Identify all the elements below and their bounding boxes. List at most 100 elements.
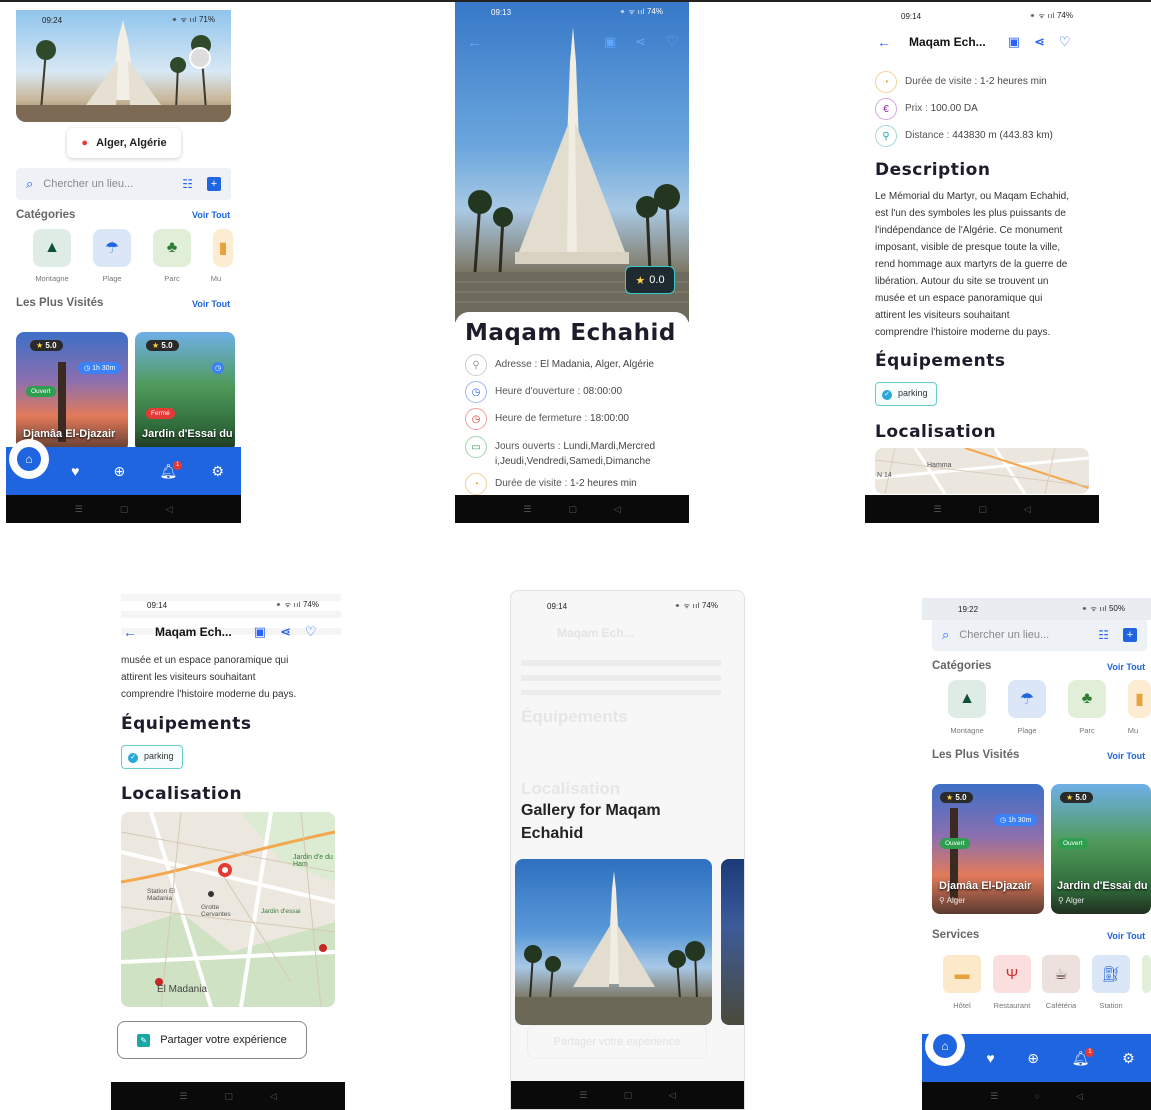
card-status-open: Ouvert bbox=[940, 838, 970, 849]
category-musee-icon[interactable]: ▮ bbox=[213, 229, 233, 267]
heart-icon[interactable]: ♥ bbox=[71, 463, 79, 479]
share-icon[interactable]: ⋖ bbox=[635, 34, 646, 50]
most-visited-see-all[interactable]: Voir Tout bbox=[192, 299, 230, 309]
filter-icon[interactable]: ☷ bbox=[1098, 628, 1109, 642]
category-label: Montagne bbox=[950, 726, 984, 735]
place-card[interactable] bbox=[1051, 784, 1151, 914]
add-circle-icon[interactable]: ⊕ bbox=[114, 463, 126, 480]
status-bar: 09:13 ⚭ ᯤ ııl 74% bbox=[455, 2, 689, 22]
clock-red-icon: ◷ bbox=[465, 408, 487, 430]
share-experience-button[interactable]: ✎ Partager votre expérience bbox=[117, 1021, 307, 1059]
back-arrow-icon[interactable]: ← bbox=[877, 34, 891, 50]
location-pill[interactable]: ● Alger, Algérie bbox=[67, 128, 181, 158]
closing-hours-row: ◷ Heure de fermeture : 18:00:00 bbox=[465, 408, 629, 430]
square-icon[interactable]: ▢ bbox=[978, 504, 987, 515]
back-triangle-icon[interactable]: ◁ bbox=[1076, 1091, 1083, 1102]
status-bar: 09:14 ⚭ ᯤ ııl 74% bbox=[511, 596, 744, 616]
station-icon[interactable]: ⛽︎ bbox=[1092, 955, 1130, 993]
search-input[interactable]: Chercher un lieu... bbox=[43, 178, 182, 190]
home-button[interactable]: ⌂ bbox=[925, 1026, 965, 1066]
map-label: Jardin d'essai bbox=[261, 908, 301, 915]
add-place-icon[interactable]: + bbox=[207, 177, 221, 191]
services-see-all[interactable]: Voir Tout bbox=[1107, 931, 1145, 941]
gallery-image[interactable] bbox=[515, 859, 712, 1025]
back-triangle-icon[interactable]: ◁ bbox=[669, 1090, 676, 1101]
share-icon[interactable]: ⋖ bbox=[1034, 34, 1045, 50]
category-parc-icon[interactable]: ♣ bbox=[1068, 680, 1106, 718]
map-view[interactable]: El Madania Jardin d'e du Ham Station El … bbox=[121, 812, 335, 1007]
card-location: ⚲ Alger bbox=[1058, 896, 1085, 905]
search-bar[interactable]: ⌕ Chercher un lieu... ☷ + bbox=[932, 619, 1147, 651]
back-triangle-icon[interactable]: ◁ bbox=[614, 504, 621, 515]
cafeteria-icon[interactable]: ☕︎ bbox=[1042, 955, 1080, 993]
search-bar[interactable]: ⌕ Chercher un lieu... ☷ + bbox=[16, 168, 231, 200]
menu-icon[interactable]: ☰ bbox=[523, 504, 531, 515]
gallery-image-next[interactable] bbox=[721, 859, 744, 1025]
heart-outline-icon[interactable]: ♡ bbox=[666, 33, 679, 50]
location-pin-icon: ● bbox=[81, 137, 89, 149]
categories-see-all[interactable]: Voir Tout bbox=[1107, 662, 1145, 672]
menu-icon[interactable]: ☰ bbox=[933, 504, 941, 515]
category-montagne-icon[interactable]: ▲ bbox=[33, 229, 71, 267]
category-montagne-icon[interactable]: ▲ bbox=[948, 680, 986, 718]
distance-row: ⚲ Distance : 443830 m (443.83 km) bbox=[875, 125, 1053, 147]
square-icon[interactable]: ▢ bbox=[224, 1091, 233, 1102]
map-preview[interactable]: Hamma N 14 bbox=[875, 448, 1089, 494]
notification-badge: 1 bbox=[1085, 1047, 1095, 1057]
circle-icon[interactable]: ○ bbox=[1034, 1091, 1039, 1101]
bell-icon[interactable]: 🔔︎ 1 bbox=[159, 460, 183, 480]
square-icon[interactable]: ▢ bbox=[120, 504, 129, 515]
menu-icon[interactable]: ☰ bbox=[75, 504, 83, 515]
map-label: Hamma bbox=[927, 462, 952, 469]
menu-icon[interactable]: ☰ bbox=[990, 1091, 998, 1102]
back-triangle-icon[interactable]: ◁ bbox=[165, 504, 172, 515]
heart-icon[interactable]: ♥ bbox=[986, 1050, 994, 1066]
back-arrow-icon[interactable]: ← bbox=[467, 34, 482, 51]
home-button[interactable]: ⌂ bbox=[9, 439, 49, 479]
search-input[interactable]: Chercher un lieu... bbox=[959, 629, 1098, 641]
gallery-icon[interactable]: ▣ bbox=[1008, 34, 1020, 50]
heart-outline-icon[interactable]: ♡ bbox=[1059, 34, 1071, 50]
most-visited-see-all[interactable]: Voir Tout bbox=[1107, 751, 1145, 761]
avatar[interactable] bbox=[189, 47, 211, 69]
restaurant-icon[interactable]: Ψ bbox=[993, 955, 1031, 993]
heart-outline-icon[interactable]: ♡ bbox=[305, 624, 317, 640]
back-arrow-icon[interactable]: ← bbox=[123, 624, 137, 640]
gallery-icon[interactable]: ▣ bbox=[604, 34, 616, 50]
add-place-icon[interactable]: + bbox=[1123, 628, 1137, 642]
square-icon[interactable]: ▢ bbox=[624, 1090, 633, 1101]
category-label: Parc bbox=[1079, 726, 1095, 735]
address-row: ⚲ Adresse : El Madania, Alger, Algérie bbox=[465, 354, 654, 376]
faded-share-button: Partager votre expérience bbox=[527, 1025, 707, 1059]
status-battery: 74% bbox=[701, 601, 718, 610]
filter-icon[interactable]: ☷ bbox=[182, 177, 193, 191]
category-plage-icon[interactable]: ☂ bbox=[93, 229, 131, 267]
status-battery: 74% bbox=[646, 7, 663, 16]
status-time: 09:14 bbox=[147, 600, 168, 610]
back-triangle-icon[interactable]: ◁ bbox=[270, 1091, 277, 1102]
faded-loc-title: Localisation bbox=[521, 779, 621, 798]
category-musee-icon[interactable]: ▮ bbox=[1128, 680, 1151, 718]
system-nav-bar: ☰ ▢ ◁ bbox=[111, 1082, 345, 1110]
category-parc-icon[interactable]: ♣ bbox=[153, 229, 191, 267]
back-triangle-icon[interactable]: ◁ bbox=[1024, 504, 1031, 515]
menu-icon[interactable]: ☰ bbox=[579, 1090, 587, 1101]
category-plage-icon[interactable]: ☂ bbox=[1008, 680, 1046, 718]
card-status-closed: Fermé bbox=[146, 408, 175, 419]
share-icon[interactable]: ⋖ bbox=[280, 624, 291, 640]
hotel-icon[interactable]: ▬ bbox=[943, 955, 981, 993]
gallery-icon[interactable]: ▣ bbox=[254, 624, 266, 640]
gear-icon[interactable]: ⚙ bbox=[211, 463, 224, 480]
service-label: Hôtel bbox=[953, 1001, 971, 1010]
categories-see-all[interactable]: Voir Tout bbox=[192, 210, 230, 220]
bell-icon[interactable]: 🔔︎ 1 bbox=[1072, 1047, 1095, 1067]
screen-home-services: 19:22 ⚭ ᯤ ııl 50% ⌕ Chercher un lieu... … bbox=[922, 593, 1151, 1110]
category-label: Parc bbox=[164, 274, 180, 283]
square-icon[interactable]: ▢ bbox=[568, 504, 577, 515]
gear-icon[interactable]: ⚙ bbox=[1122, 1050, 1135, 1067]
add-circle-icon[interactable]: ⊕ bbox=[1027, 1050, 1039, 1067]
place-card[interactable] bbox=[932, 784, 1044, 914]
more-service-icon[interactable] bbox=[1142, 955, 1151, 993]
map-label: El Madania bbox=[157, 984, 208, 995]
menu-icon[interactable]: ☰ bbox=[179, 1091, 187, 1102]
